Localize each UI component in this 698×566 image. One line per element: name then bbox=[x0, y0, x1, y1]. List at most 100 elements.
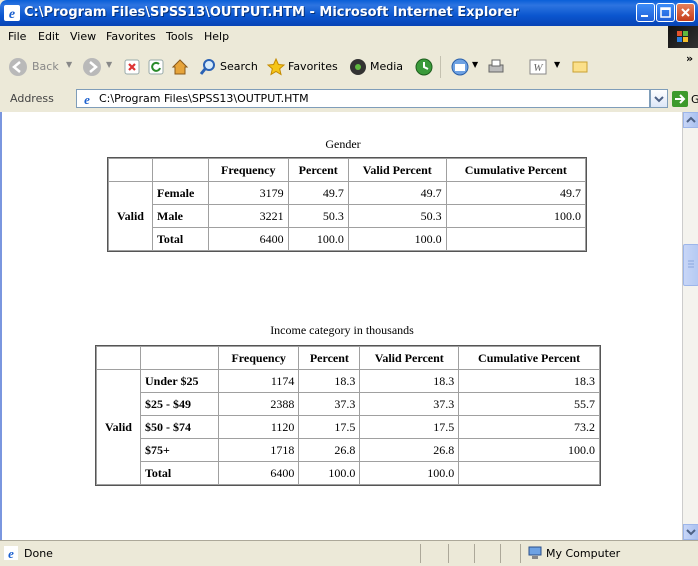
menu-favorites[interactable]: Favorites bbox=[106, 30, 156, 43]
window-title: C:\Program Files\SPSS13\OUTPUT.HTM - Mic… bbox=[24, 5, 519, 20]
table-header-row: Frequency Percent Valid Percent Cumulati… bbox=[108, 158, 587, 182]
media-button[interactable]: Media bbox=[370, 60, 403, 73]
percent-cell: 49.7 bbox=[287, 181, 349, 205]
column-header: Frequency bbox=[217, 346, 300, 370]
percent-cell: 37.3 bbox=[298, 392, 361, 416]
back-arrow-icon[interactable] bbox=[8, 57, 28, 77]
security-zone-label: My Computer bbox=[546, 547, 621, 560]
media-icon[interactable] bbox=[348, 57, 368, 77]
menu-tools[interactable]: Tools bbox=[166, 30, 193, 43]
search-button[interactable]: Search bbox=[220, 60, 258, 73]
percent-cell: 100.0 bbox=[287, 227, 349, 251]
status-separator bbox=[448, 544, 449, 563]
maximize-icon bbox=[660, 7, 671, 18]
vertical-scrollbar[interactable] bbox=[682, 112, 698, 540]
edit-dropdown-chevron-icon[interactable]: ▼ bbox=[554, 60, 560, 69]
valid-percent-cell: 18.3 bbox=[359, 369, 460, 393]
page-content: Gender Frequency Percent Valid Percent C… bbox=[0, 112, 682, 540]
scroll-down-button[interactable] bbox=[683, 524, 698, 540]
empty-corner-cell bbox=[152, 158, 209, 182]
toolbar: Back ▼ ▼ Search Favorites Media ▼ W ▼ » bbox=[0, 48, 698, 87]
minimize-icon bbox=[641, 15, 648, 17]
column-header: Cumulative Percent bbox=[458, 346, 600, 370]
table-header-row: Frequency Percent Valid Percent Cumulati… bbox=[96, 346, 600, 370]
forward-dropdown-chevron-icon[interactable]: ▼ bbox=[106, 60, 112, 69]
address-label: Address bbox=[10, 92, 54, 105]
status-text: Done bbox=[24, 547, 53, 560]
refresh-icon[interactable] bbox=[146, 57, 166, 77]
menu-edit[interactable]: Edit bbox=[38, 30, 59, 43]
maximize-button[interactable] bbox=[656, 3, 675, 22]
page-done-icon: e bbox=[4, 546, 18, 560]
toolbar-overflow-chevron-icon[interactable]: » bbox=[686, 52, 693, 65]
row-label: Under $25 bbox=[140, 369, 219, 393]
column-header: Valid Percent bbox=[347, 158, 447, 182]
status-separator bbox=[420, 544, 421, 563]
frequency-cell: 6400 bbox=[208, 227, 289, 251]
back-button[interactable]: Back bbox=[32, 60, 59, 73]
frequency-cell: 2388 bbox=[217, 392, 300, 416]
frequency-cell: 3221 bbox=[208, 204, 289, 228]
minimize-button[interactable] bbox=[636, 3, 655, 22]
forward-arrow-icon[interactable] bbox=[82, 57, 102, 77]
row-label: Male bbox=[152, 204, 209, 228]
svg-text:e: e bbox=[9, 7, 15, 21]
go-button[interactable]: Go bbox=[691, 93, 698, 106]
mail-dropdown-chevron-icon[interactable]: ▼ bbox=[472, 60, 478, 69]
menu-view[interactable]: View bbox=[70, 30, 96, 43]
menu-file[interactable]: File bbox=[8, 30, 26, 43]
percent-cell: 18.3 bbox=[298, 369, 361, 393]
table-row: $25 - $49 2388 37.3 37.3 55.7 bbox=[97, 392, 600, 416]
chevron-down-icon bbox=[686, 529, 696, 536]
empty-corner-cell bbox=[96, 346, 141, 370]
print-icon[interactable] bbox=[486, 57, 506, 77]
favorites-button[interactable]: Favorites bbox=[288, 60, 338, 73]
row-label: $75+ bbox=[140, 438, 219, 462]
grip-icon bbox=[688, 260, 694, 268]
stop-icon[interactable] bbox=[122, 57, 142, 77]
svg-text:e: e bbox=[8, 546, 14, 560]
address-input[interactable]: e C:\Program Files\SPSS13\OUTPUT.HTM bbox=[76, 89, 650, 108]
valid-percent-cell: 100.0 bbox=[359, 461, 460, 485]
table-row: Valid Under $25 1174 18.3 18.3 18.3 bbox=[96, 369, 600, 485]
address-dropdown-button[interactable] bbox=[650, 89, 668, 108]
row-label: Female bbox=[152, 181, 209, 205]
column-header: Frequency bbox=[208, 158, 289, 182]
group-label: Valid bbox=[108, 181, 153, 251]
column-header: Valid Percent bbox=[359, 346, 460, 370]
frequency-cell: 1718 bbox=[217, 438, 300, 462]
search-icon[interactable] bbox=[198, 57, 218, 77]
row-label: Total bbox=[140, 461, 219, 485]
cumulative-percent-cell bbox=[458, 461, 600, 485]
address-bar: Address e C:\Program Files\SPSS13\OUTPUT… bbox=[0, 86, 698, 113]
row-label: Total bbox=[152, 227, 209, 251]
frequency-cell: 1174 bbox=[217, 369, 300, 393]
address-url: C:\Program Files\SPSS13\OUTPUT.HTM bbox=[99, 92, 309, 105]
favorites-star-icon[interactable] bbox=[266, 57, 286, 77]
go-arrow-icon[interactable] bbox=[672, 91, 688, 107]
mail-icon[interactable] bbox=[450, 57, 470, 77]
toolbar-separator bbox=[440, 56, 441, 78]
valid-percent-cell: 26.8 bbox=[359, 438, 460, 462]
svg-text:e: e bbox=[84, 92, 90, 106]
page-ie-icon: e bbox=[80, 92, 94, 106]
title-bar[interactable]: e C:\Program Files\SPSS13\OUTPUT.HTM - M… bbox=[0, 0, 698, 26]
chevron-down-icon bbox=[654, 96, 664, 103]
word-edit-icon[interactable]: W bbox=[528, 57, 548, 77]
svg-text:W: W bbox=[533, 62, 543, 74]
cumulative-percent-cell: 55.7 bbox=[458, 392, 600, 416]
cumulative-percent-cell: 18.3 bbox=[458, 369, 600, 393]
scroll-thumb[interactable] bbox=[683, 244, 698, 286]
close-button[interactable] bbox=[676, 3, 695, 22]
cumulative-percent-cell bbox=[445, 227, 587, 251]
back-dropdown-chevron-icon[interactable]: ▼ bbox=[66, 60, 72, 69]
discuss-icon[interactable] bbox=[570, 57, 590, 77]
column-header: Percent bbox=[287, 158, 349, 182]
history-icon[interactable] bbox=[414, 57, 434, 77]
menu-help[interactable]: Help bbox=[204, 30, 229, 43]
scroll-up-button[interactable] bbox=[683, 112, 698, 128]
percent-cell: 17.5 bbox=[298, 415, 361, 439]
frequency-cell: 1120 bbox=[217, 415, 300, 439]
gender-frequency-table: Frequency Percent Valid Percent Cumulati… bbox=[107, 157, 587, 252]
home-icon[interactable] bbox=[170, 57, 190, 77]
